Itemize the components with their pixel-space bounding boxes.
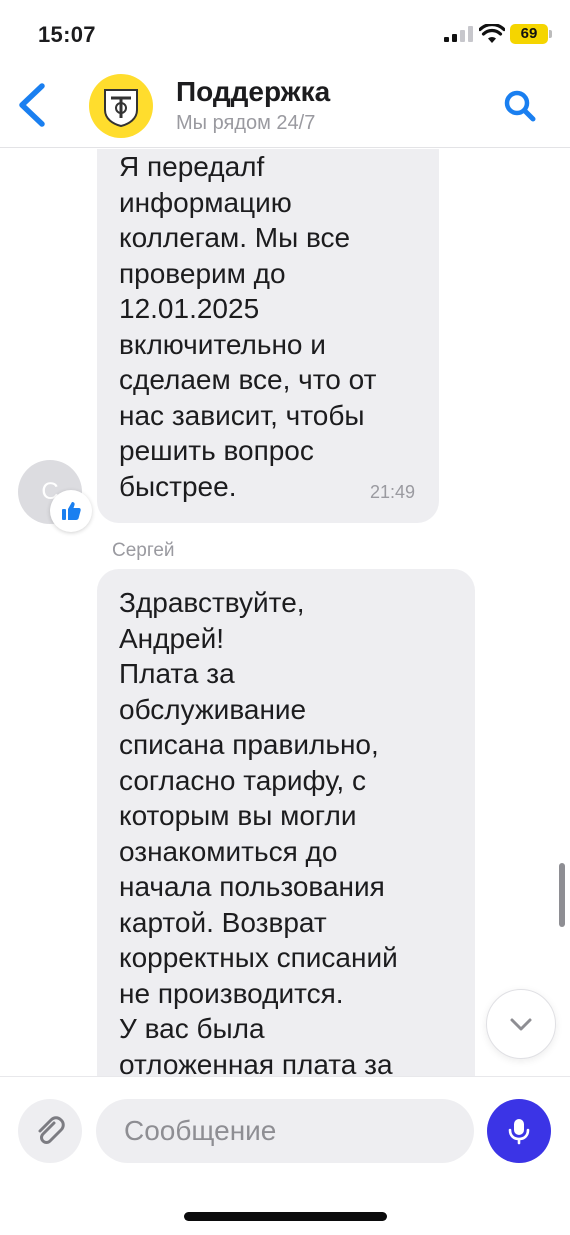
- bank-emblem-icon: [104, 89, 138, 128]
- message-bubble[interactable]: Здравствуйте, Андрей! Плата за обслужива…: [97, 569, 475, 1076]
- wifi-icon: [479, 24, 505, 43]
- sender-name: Сергей: [112, 540, 175, 561]
- status-time: 15:07: [38, 22, 96, 47]
- chat-subtitle: Мы рядом 24/7: [176, 112, 316, 134]
- chat-messages[interactable]: Я передалf информацию коллегам. Мы все п…: [0, 149, 570, 1076]
- paperclip-icon: [38, 1116, 65, 1144]
- status-bar: 15:07 69: [0, 0, 570, 68]
- battery-indicator: 69: [510, 24, 548, 44]
- message-composer: [0, 1076, 570, 1235]
- message-text: Я передалf информацию коллегам. Мы все п…: [119, 151, 377, 502]
- like-reaction[interactable]: [50, 490, 92, 532]
- back-chevron-icon[interactable]: [12, 80, 54, 130]
- message-text: Здравствуйте, Андрей! Плата за обслужива…: [119, 587, 398, 1076]
- scrollbar[interactable]: [559, 863, 565, 927]
- cellular-signal-icon: [444, 26, 473, 42]
- attach-button[interactable]: [18, 1099, 82, 1163]
- voice-message-button[interactable]: [487, 1099, 551, 1163]
- message-input[interactable]: [96, 1099, 474, 1163]
- chat-header: Поддержка Мы рядом 24/7: [0, 68, 570, 148]
- chat-title: Поддержка: [176, 76, 331, 107]
- search-icon[interactable]: [500, 86, 540, 126]
- message-time: 21:49: [369, 482, 415, 502]
- message-bubble[interactable]: Я передалf информацию коллегам. Мы все п…: [97, 149, 439, 523]
- scroll-to-bottom-button[interactable]: [486, 989, 556, 1059]
- home-indicator[interactable]: [184, 1212, 387, 1221]
- chevron-down-icon: [510, 1018, 532, 1031]
- battery-cap: [549, 30, 552, 38]
- thumbs-up-icon: [62, 502, 81, 520]
- microphone-icon: [508, 1119, 530, 1145]
- support-avatar-logo[interactable]: [89, 74, 153, 138]
